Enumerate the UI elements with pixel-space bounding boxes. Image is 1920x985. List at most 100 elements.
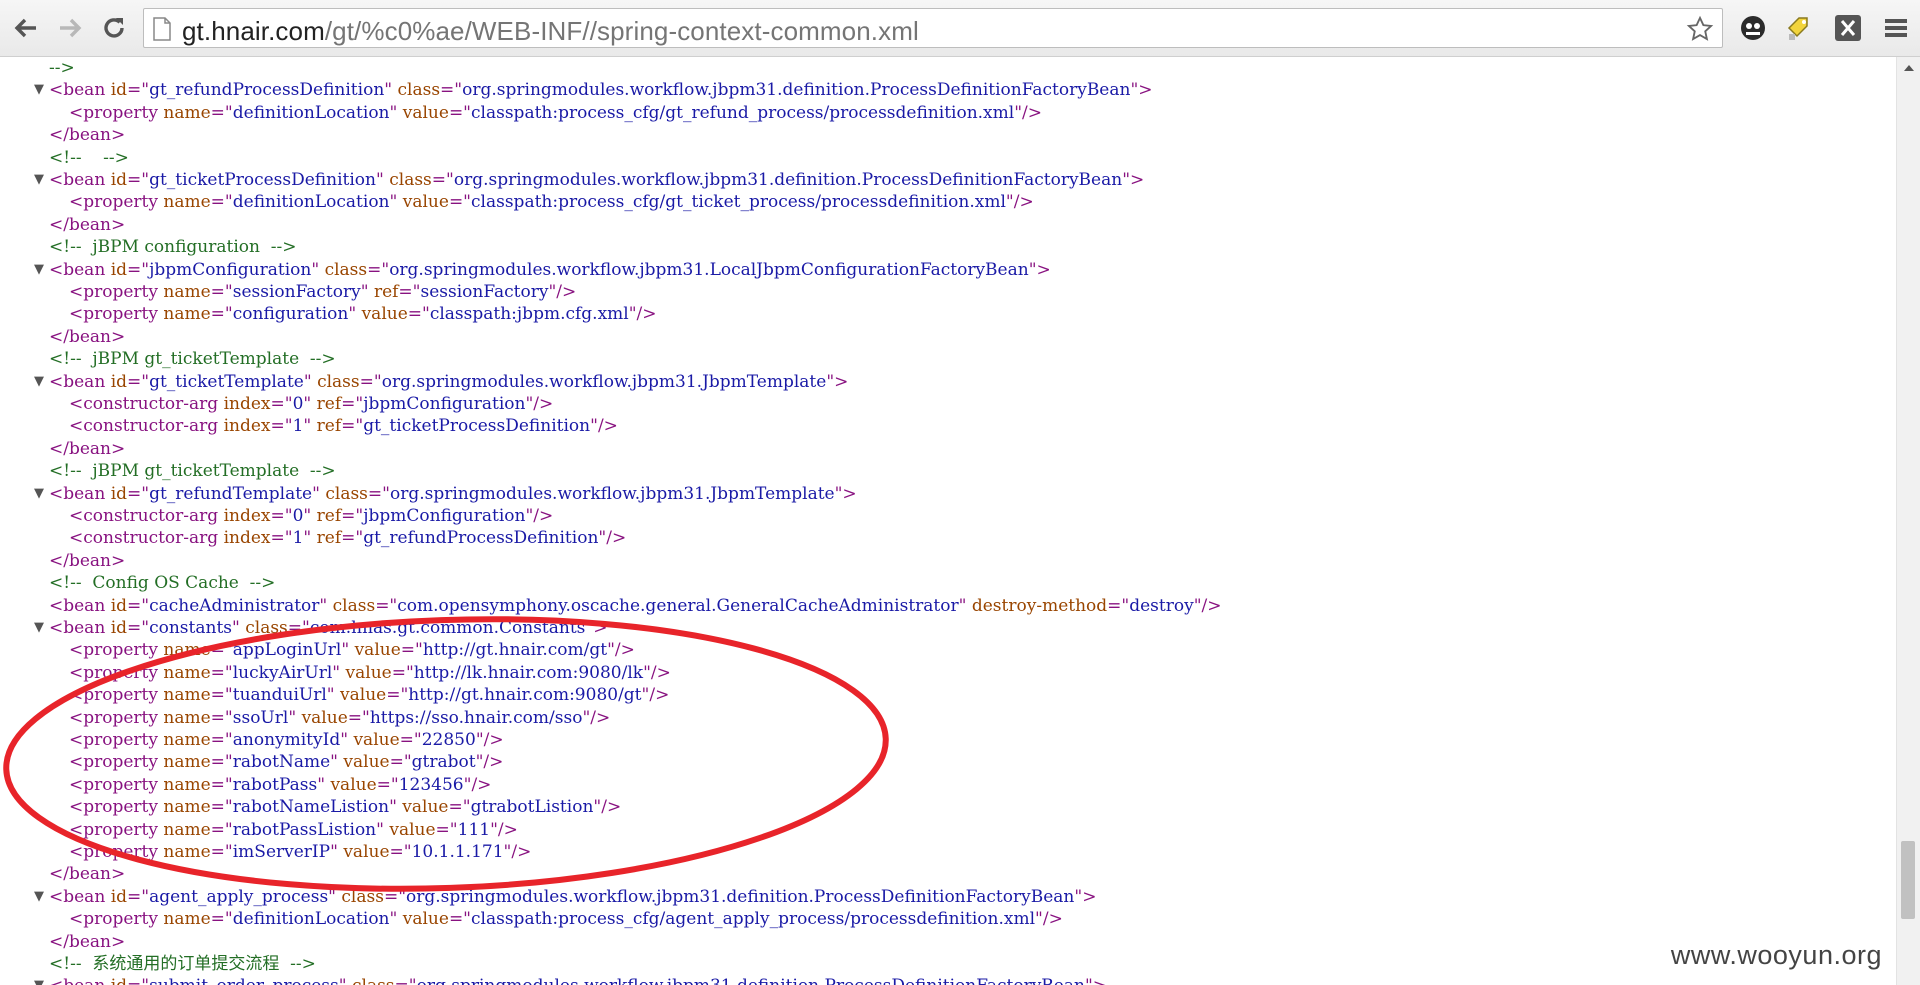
xml-tag-text: =" [440,80,463,101]
xml-attr-value: anonymityId [232,730,341,750]
xml-tag-text: "/> [1193,595,1222,616]
xml-attr-name: name [163,662,211,683]
reload-button[interactable] [96,10,132,46]
xml-tag-text: "/> [598,528,627,549]
scrollbar-thumb[interactable] [1901,841,1915,919]
xml-tag-text: <property [69,730,164,750]
xml-attr-value: gt_refundTemplate [149,483,313,504]
xml-attr-name: destroy-method [971,595,1108,616]
xml-attr-value: gt_refundProcessDefinition [363,528,599,549]
xml-tag-text: "> [1130,80,1153,101]
xml-tag-text: =" [210,842,233,862]
xml-tag-text: </bean> [49,550,126,571]
xml-comment: <!-- jBPM gt_ticketTemplate --> [49,461,336,482]
xml-attr-name: name [163,102,211,123]
xml-tag-text: "/> [641,685,670,706]
xml-tag-text: =" [407,304,430,325]
xml-tag-text: "/> [1014,102,1042,123]
xml-line: <property name="sessionFactory" ref="ses… [69,281,576,303]
xml-attr-name: id [110,259,128,280]
address-bar[interactable]: gt.hnair.com/gt/%c0%ae/WEB-INF//spring-c… [143,8,1723,48]
xml-attr-name: index [223,528,271,549]
xml-line: <bean id="submit_order_process" class="o… [49,975,1107,985]
xml-tag-text: <bean [49,80,111,101]
xml-tag-text: =" [210,640,233,661]
xml-tag-text: =" [127,170,150,190]
xml-tag-text: <constructor-arg [69,416,224,437]
fold-toggle-icon[interactable]: ▼ [34,886,44,908]
xml-attr-name: ref [316,506,342,526]
xml-comment: <!-- 系统通用的订单提交流程 --> [49,954,316,974]
xml-attr-name: value [361,304,408,325]
xml-line: <!-- --> [49,147,129,169]
xml-attr-name: id [110,483,128,504]
menu-icon[interactable] [1880,12,1912,44]
xml-tag-text: " [303,506,317,526]
xml-attr-name: id [110,595,128,616]
ghost-extension-icon[interactable] [1737,12,1769,44]
xml-tag-text: =" [398,282,421,302]
xml-attr-value: rabotNameListion [232,797,390,818]
xml-attr-value: definitionLocation [232,192,390,213]
xml-tag-text: =" [210,797,233,818]
forward-button[interactable] [52,10,88,46]
xml-tag-text: =" [270,394,293,414]
xml-tag-text: =" [400,640,423,661]
xml-tag-text: <bean [49,618,111,638]
xml-line: </bean> [49,931,125,953]
fold-toggle-icon[interactable]: ▼ [34,79,44,101]
xml-attr-value: 123456 [398,774,464,795]
xml-attr-value: configuration [232,304,349,325]
scroll-up-arrow-icon[interactable] [1903,63,1915,73]
xml-tag-text: =" [391,662,414,683]
url-text[interactable]: gt.hnair.com/gt/%c0%ae/WEB-INF//spring-c… [182,16,919,47]
x-extension-icon[interactable] [1832,12,1864,44]
xml-tag-text: </bean> [49,326,126,347]
xml-attr-name: name [163,797,211,818]
xml-attr-name: value [301,707,348,728]
xml-tag-text: <property [69,909,164,930]
xml-attr-name: id [110,80,128,101]
xml-tag-text: </bean> [49,214,126,235]
xml-line: <bean id="cacheAdministrator" class="com… [49,595,1222,617]
xml-attr-value: 1 [292,416,304,437]
xml-comment: <!-- jBPM configuration --> [49,237,297,258]
xml-line: <bean id="gt_refundProcessDefinition" cl… [49,79,1153,101]
tag-extension-icon[interactable] [1783,12,1815,44]
xml-tag-text: " [389,909,403,930]
xml-tag-text: =" [383,886,407,907]
bookmark-star-icon[interactable] [1686,15,1714,43]
xml-attr-name: value [402,797,449,818]
xml-tag-text: <property [69,774,164,795]
xml-tag-text: " [360,282,374,302]
xml-tag-text: <bean [49,595,111,616]
xml-tag-text: =" [210,282,233,302]
vertical-scrollbar[interactable] [1896,57,1920,985]
xml-tag-text: </bean> [49,438,126,459]
xml-tag-text: " [339,976,352,985]
xml-attr-name: value [354,640,401,661]
xml-attr-name: name [163,640,211,661]
xml-attr-value: 22850 [421,730,476,750]
xml-tag-text: <property [69,640,164,661]
fold-toggle-icon[interactable]: ▼ [34,259,44,281]
fold-toggle-icon[interactable]: ▼ [34,371,44,393]
xml-tag-text: =" [341,528,364,549]
xml-attr-value: 10.1.1.171 [411,842,504,862]
xml-line: <property name="definitionLocation" valu… [69,102,1042,124]
xml-tag-text: =" [287,618,310,638]
xml-tag-text: =" [448,797,471,818]
fold-toggle-icon[interactable]: ▼ [34,617,44,639]
xml-line: </bean> [49,863,125,885]
xml-tag-text: "> [1028,259,1051,280]
fold-toggle-icon[interactable]: ▼ [34,169,44,191]
xml-tag-text: <bean [49,886,111,907]
fold-toggle-icon[interactable]: ▼ [34,483,44,505]
xml-tag-text: =" [1107,595,1130,616]
xml-tag-text: <property [69,662,164,683]
fold-toggle-icon[interactable]: ▼ [34,975,44,985]
back-button[interactable] [8,10,44,46]
xml-tag-text: "> [585,618,608,638]
xml-line: <property name="rabotName" value="gtrabo… [69,751,503,773]
xml-tag-text: =" [448,102,472,123]
